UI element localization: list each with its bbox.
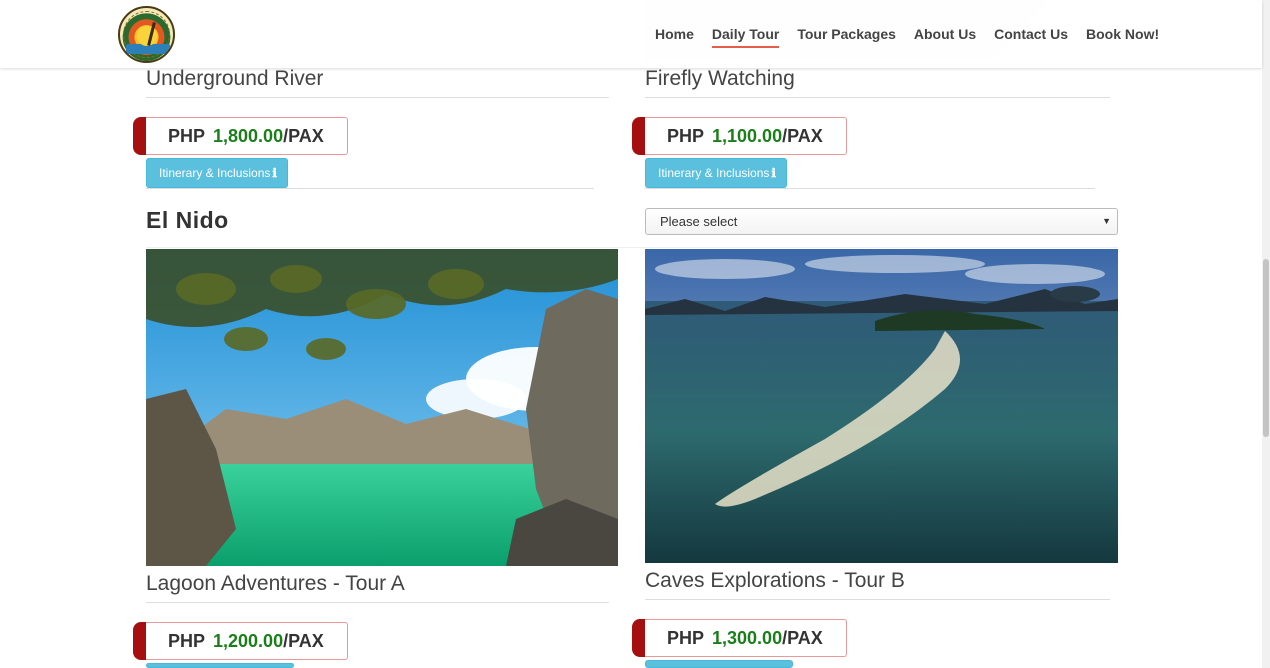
price-unit: /PAX bbox=[782, 628, 823, 648]
price-badge: PHP 1,100.00/PAX bbox=[632, 117, 847, 155]
nav-daily-tour[interactable]: Daily Tour bbox=[711, 0, 780, 48]
price-unit: /PAX bbox=[283, 126, 324, 146]
price-unit: /PAX bbox=[782, 126, 823, 146]
nav-tour-packages[interactable]: Tour Packages bbox=[797, 0, 896, 48]
caves-explorations-photo[interactable] bbox=[645, 249, 1118, 563]
section-divider bbox=[146, 247, 1118, 248]
tour-title[interactable]: Underground River bbox=[146, 67, 323, 91]
price-currency: PHP bbox=[168, 126, 206, 146]
price-amount: 1,300.00 bbox=[712, 628, 783, 648]
divider bbox=[645, 599, 1110, 600]
itinerary-button[interactable]: Itinerary & Inclusions ℹ bbox=[645, 158, 787, 188]
select-value: Please select bbox=[660, 214, 738, 229]
top-navbar: Home Daily Tour Tour Packages About Us C… bbox=[0, 0, 1262, 68]
info-icon: ℹ bbox=[771, 166, 776, 180]
tour-title[interactable]: Caves Explorations - Tour B bbox=[645, 569, 905, 593]
price-badge: PHP 1,800.00/PAX bbox=[133, 117, 348, 155]
nav-about-us[interactable]: About Us bbox=[914, 0, 976, 48]
itinerary-button[interactable] bbox=[146, 663, 294, 668]
dropdown-arrow-icon: ▼ bbox=[1102, 216, 1111, 226]
page-scrollbar[interactable] bbox=[1262, 0, 1270, 668]
price-amount: 1,200.00 bbox=[213, 631, 284, 651]
price-amount: 1,100.00 bbox=[712, 126, 783, 146]
site-logo[interactable] bbox=[118, 6, 175, 63]
scrollbar-thumb[interactable] bbox=[1263, 259, 1269, 437]
lagoon-adventures-photo[interactable] bbox=[146, 249, 618, 566]
divider bbox=[645, 97, 1110, 98]
nav-contact-us[interactable]: Contact Us bbox=[994, 0, 1068, 48]
divider bbox=[146, 602, 609, 603]
tour-select-dropdown[interactable]: Please select ▼ bbox=[645, 208, 1118, 235]
itinerary-button[interactable] bbox=[645, 660, 793, 668]
divider bbox=[645, 188, 1095, 189]
price-badge: PHP 1,300.00/PAX bbox=[632, 619, 847, 657]
price-tab-decoration bbox=[632, 117, 645, 155]
price-currency: PHP bbox=[667, 126, 705, 146]
price-tab-decoration bbox=[133, 117, 146, 155]
price-tab-decoration bbox=[133, 622, 146, 660]
price-tab-decoration bbox=[632, 619, 645, 657]
price-currency: PHP bbox=[667, 628, 705, 648]
price-amount: 1,800.00 bbox=[213, 126, 284, 146]
info-icon: ℹ bbox=[272, 166, 277, 180]
section-heading: El Nido bbox=[146, 207, 229, 233]
main-nav: Home Daily Tour Tour Packages About Us C… bbox=[645, 0, 1177, 68]
price-unit: /PAX bbox=[283, 631, 324, 651]
nav-book-now[interactable]: Book Now! bbox=[1086, 0, 1159, 48]
price-badge: PHP 1,200.00/PAX bbox=[133, 622, 348, 660]
tour-title[interactable]: Firefly Watching bbox=[645, 67, 795, 91]
tour-title[interactable]: Lagoon Adventures - Tour A bbox=[146, 572, 405, 596]
itinerary-button-label: Itinerary & Inclusions bbox=[658, 166, 770, 180]
nav-home[interactable]: Home bbox=[655, 0, 694, 48]
divider bbox=[146, 97, 609, 98]
itinerary-button-label: Itinerary & Inclusions bbox=[159, 166, 271, 180]
itinerary-button[interactable]: Itinerary & Inclusions ℹ bbox=[146, 158, 288, 188]
divider bbox=[146, 188, 594, 189]
price-currency: PHP bbox=[168, 631, 206, 651]
